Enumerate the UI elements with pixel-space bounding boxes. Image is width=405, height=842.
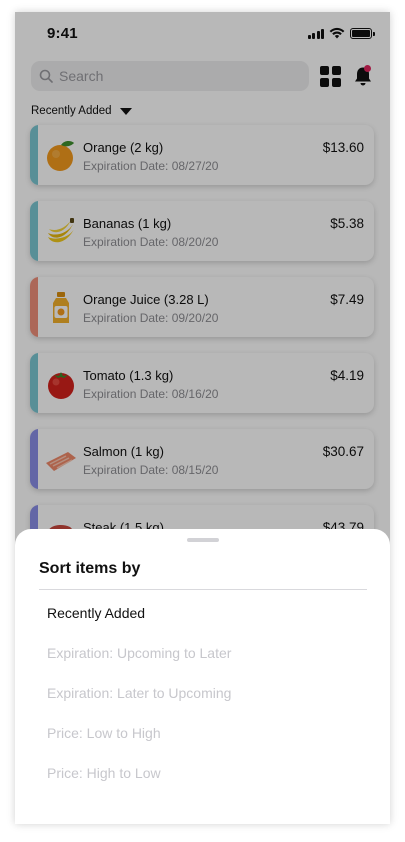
sort-option-price-high-to-low[interactable]: Price: High to Low — [47, 765, 161, 781]
sort-bottom-sheet: Sort items by Recently Added Expiration:… — [15, 529, 390, 824]
phone-screen: 9:41 Search Recently Added Orange (2 kg)… — [15, 12, 390, 824]
sheet-drag-handle[interactable] — [187, 538, 219, 542]
sort-option-price-low-to-high[interactable]: Price: Low to High — [47, 725, 161, 741]
sort-option-expiration-upcoming-to-later[interactable]: Expiration: Upcoming to Later — [47, 645, 231, 661]
sheet-divider — [39, 589, 367, 590]
sheet-title: Sort items by — [39, 560, 141, 577]
sort-option-recently-added[interactable]: Recently Added — [47, 605, 145, 621]
sort-option-expiration-later-to-upcoming[interactable]: Expiration: Later to Upcoming — [47, 685, 231, 701]
